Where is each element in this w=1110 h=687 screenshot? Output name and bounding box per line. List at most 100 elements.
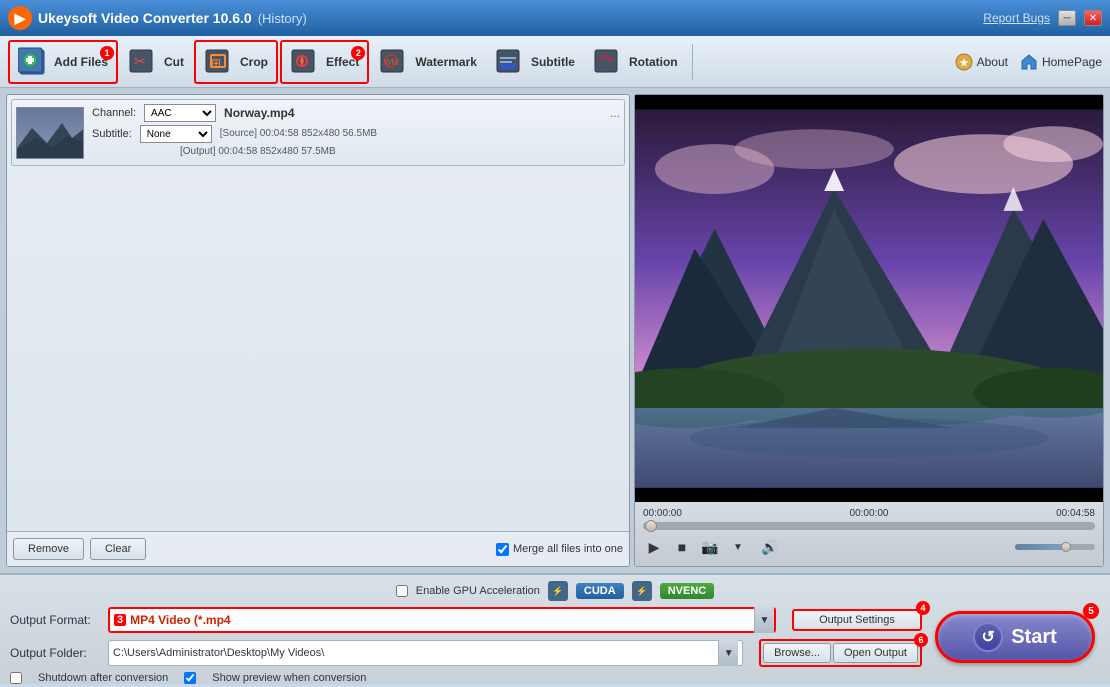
progress-bar[interactable] xyxy=(643,522,1095,530)
homepage-label: HomePage xyxy=(1042,55,1102,69)
browse-button[interactable]: Browse... xyxy=(763,643,831,663)
browse-open-wrap: Browse... Open Output 6 xyxy=(759,639,922,667)
rotation-button[interactable]: Rotation xyxy=(585,40,686,84)
output-settings-button[interactable]: Output Settings xyxy=(792,609,922,631)
more-menu[interactable]: ... xyxy=(610,106,620,120)
clear-button[interactable]: Clear xyxy=(90,538,146,560)
folder-select-wrap[interactable]: C:\Users\Administrator\Desktop\My Videos… xyxy=(108,640,743,666)
cut-button[interactable]: ✂ Cut xyxy=(120,40,192,84)
format-select-wrap[interactable]: 3 MP4 Video (*.mp4 ▼ xyxy=(108,607,776,633)
add-files-badge: 1 xyxy=(100,46,114,60)
output-settings-badge: 4 xyxy=(916,601,930,615)
channel-select[interactable]: AAC xyxy=(144,104,216,122)
about-label: About xyxy=(977,55,1008,69)
stop-button[interactable]: ■ xyxy=(671,536,693,558)
options-row: Shutdown after conversion Show preview w… xyxy=(10,672,922,684)
cut-icon: ✂ xyxy=(128,46,160,78)
file-name: Norway.mp4 xyxy=(224,106,294,120)
watermark-label: Watermark xyxy=(415,55,477,69)
output-settings-wrap: Output Settings 4 xyxy=(792,609,922,631)
gpu-row: Enable GPU Acceleration ⚡ CUDA ⚡ NVENC xyxy=(10,581,1100,601)
main-content: Channel: AAC Norway.mp4 ... Subtitle: No… xyxy=(0,88,1110,573)
cut-label: Cut xyxy=(164,55,184,69)
volume-fill xyxy=(1015,544,1063,550)
close-button[interactable]: ✕ xyxy=(1084,10,1102,26)
bottom-main-row: Output Format: 3 MP4 Video (*.mp4 ▼ Outp… xyxy=(10,607,1100,684)
bottom-panel: Enable GPU Acceleration ⚡ CUDA ⚡ NVENC O… xyxy=(0,573,1110,684)
snapshot-dropdown[interactable]: ▼ xyxy=(727,536,749,558)
svg-text:✂: ✂ xyxy=(134,53,146,69)
show-preview-label: Show preview when conversion xyxy=(212,672,366,684)
play-button[interactable]: ▶ xyxy=(643,536,665,558)
browse-badge: 6 xyxy=(914,633,928,647)
video-preview xyxy=(635,95,1103,502)
open-output-button[interactable]: Open Output xyxy=(833,643,918,663)
toolbar-right: ★ About HomePage xyxy=(955,53,1102,71)
subtitle-icon xyxy=(495,46,527,78)
effect-badge: 2 xyxy=(351,46,365,60)
start-button-wrap: ↺ Start 5 xyxy=(935,611,1095,663)
progress-handle[interactable] xyxy=(645,520,657,532)
video-controls: 00:00:00 00:00:00 00:04:58 ▶ ■ 📷 ▼ 🔊 xyxy=(635,502,1103,566)
crop-button[interactable]: ⊞ Crop xyxy=(194,40,278,84)
svg-text:⊞: ⊞ xyxy=(211,56,221,70)
file-thumbnail xyxy=(16,107,84,159)
start-badge: 5 xyxy=(1083,603,1099,619)
show-preview-checkbox[interactable] xyxy=(184,672,196,684)
subtitle-select[interactable]: None xyxy=(140,125,212,143)
file-panel-bottom: Remove Clear Merge all files into one xyxy=(7,531,629,566)
about-button[interactable]: ★ About xyxy=(955,53,1008,71)
format-row: Output Format: 3 MP4 Video (*.mp4 ▼ Outp… xyxy=(10,607,922,633)
toolbar-separator xyxy=(692,44,693,80)
control-row: ▶ ■ 📷 ▼ 🔊 xyxy=(643,536,1095,558)
report-bugs-link[interactable]: Report Bugs xyxy=(983,11,1050,25)
merge-checkbox-row: Merge all files into one xyxy=(496,543,623,556)
volume-handle[interactable] xyxy=(1061,542,1071,552)
output-format-label: Output Format: xyxy=(10,613,100,627)
volume-icon: 🔊 xyxy=(761,539,778,556)
remove-button[interactable]: Remove xyxy=(13,538,84,560)
format-dropdown-arrow[interactable]: ▼ xyxy=(754,607,774,633)
folder-dropdown-arrow[interactable]: ▼ xyxy=(718,640,738,666)
add-files-label: Add Files xyxy=(54,55,108,69)
start-button[interactable]: ↺ Start xyxy=(935,611,1095,663)
effect-icon xyxy=(290,46,322,78)
bottom-right-col: ↺ Start 5 xyxy=(930,607,1100,663)
title-bar-right: Report Bugs ─ ✕ xyxy=(983,10,1102,26)
preview-panel: 00:00:00 00:00:00 00:04:58 ▶ ■ 📷 ▼ 🔊 xyxy=(634,94,1104,567)
source-info: [Source] 00:04:58 852x480 56.5MB xyxy=(220,128,377,139)
output-info: [Output] 00:04:58 852x480 57.5MB xyxy=(180,146,336,157)
shutdown-label: Shutdown after conversion xyxy=(38,672,168,684)
shutdown-checkbox[interactable] xyxy=(10,672,22,684)
add-files-icon xyxy=(18,46,50,78)
watermark-button[interactable]: WM Watermark xyxy=(371,40,485,84)
subtitle-button[interactable]: Subtitle xyxy=(487,40,583,84)
output-folder-label: Output Folder: xyxy=(10,646,100,660)
folder-row: Output Folder: C:\Users\Administrator\De… xyxy=(10,639,922,667)
homepage-button[interactable]: HomePage xyxy=(1020,53,1102,71)
minimize-button[interactable]: ─ xyxy=(1058,10,1076,26)
subtitle-label: Subtitle xyxy=(531,55,575,69)
start-icon: ↺ xyxy=(973,622,1003,652)
title-bar-left: ▶ Ukeysoft Video Converter 10.6.0 (Histo… xyxy=(8,6,307,30)
gpu-checkbox[interactable] xyxy=(396,585,408,597)
channel-label: Channel: xyxy=(92,107,136,119)
about-icon: ★ xyxy=(955,53,973,71)
title-bar: ▶ Ukeysoft Video Converter 10.6.0 (Histo… xyxy=(0,0,1110,36)
svg-text:WM: WM xyxy=(384,58,399,67)
file-item[interactable]: Channel: AAC Norway.mp4 ... Subtitle: No… xyxy=(11,99,625,166)
svg-text:★: ★ xyxy=(959,58,968,69)
time-start: 00:00:00 xyxy=(643,508,682,519)
rotation-label: Rotation xyxy=(629,55,678,69)
watermark-icon: WM xyxy=(379,46,411,78)
add-files-button[interactable]: Add Files 1 xyxy=(8,40,118,84)
effect-button[interactable]: Effect 2 xyxy=(280,40,369,84)
file-panel: Channel: AAC Norway.mp4 ... Subtitle: No… xyxy=(6,94,630,567)
app-history: (History) xyxy=(258,11,307,26)
gpu-label: Enable GPU Acceleration xyxy=(416,585,540,597)
volume-bar[interactable] xyxy=(1015,544,1095,550)
crop-icon: ⊞ xyxy=(204,46,236,78)
start-label: Start xyxy=(1011,626,1057,649)
snapshot-button[interactable]: 📷 xyxy=(699,536,721,558)
merge-checkbox[interactable] xyxy=(496,543,509,556)
